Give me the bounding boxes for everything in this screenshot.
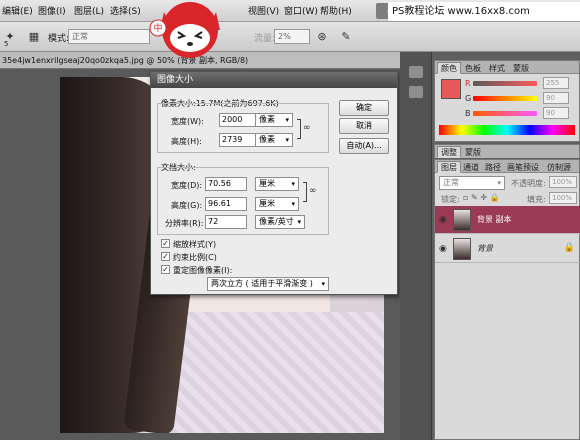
ok-button[interactable]: 确定 <box>339 100 389 116</box>
layer-opacity-label: 不透明度: <box>511 179 546 188</box>
tab-layers[interactable]: 图层 <box>437 161 461 173</box>
cancel-button[interactable]: 取消 <box>339 118 389 134</box>
layer-name: 背景 副本 <box>477 215 512 224</box>
layer-opacity-field[interactable]: 100% <box>549 176 577 188</box>
fox-mascot-icon: 中 <box>149 2 220 58</box>
g-value[interactable]: 90 <box>543 92 569 104</box>
resample-label: 重定图像像素(I): <box>173 266 233 275</box>
actions-panel-icon[interactable] <box>409 86 423 98</box>
history-panel-icon[interactable] <box>409 66 423 78</box>
auto-button[interactable]: 自动(A)... <box>339 138 389 154</box>
resolution-label: 分辨率(R): <box>165 219 204 228</box>
r-label: R <box>465 79 471 88</box>
fill-field[interactable]: 100% <box>549 192 577 204</box>
blend-mode-select[interactable]: 正常 ▾ <box>439 176 505 190</box>
brush-size: 5 <box>4 40 9 48</box>
airbrush-icon[interactable]: ⊛ <box>314 29 330 45</box>
resample-method-select[interactable]: 两次立方 ( 适用于平滑渐变 ) ▾ <box>207 277 329 291</box>
lock-label: 锁定: <box>441 195 460 204</box>
options-bar: ✦ 5 ▦ 模式: 正常 流量: 2% ⊛ ✎ <box>0 22 580 52</box>
menu-window[interactable]: 窗口(W) <box>284 4 318 17</box>
tab-channels[interactable]: 通道 <box>459 161 483 173</box>
g-label: G <box>465 94 472 103</box>
height-unit-select[interactable]: 像素 ▾ <box>255 133 293 147</box>
layer-thumbnail <box>453 209 471 231</box>
constrain-label: 约束比例(C) <box>173 253 217 262</box>
flow-field[interactable]: 2% <box>274 29 310 44</box>
mascot-badge: 中 <box>153 22 162 34</box>
color-spectrum-bar[interactable] <box>439 125 575 135</box>
b-label: B <box>465 109 471 118</box>
doc-width-unit-select[interactable]: 厘米 ▾ <box>255 177 299 191</box>
doc-chain-link-icon: ∞ <box>309 186 317 196</box>
color-panel: 颜色 色板 样式 蒙版 R 255 G 90 B 90 <box>434 60 580 142</box>
watermark-text: PS教程论坛 www.16xx8.com <box>388 2 580 21</box>
pressure-icon[interactable]: ✎ <box>338 29 354 45</box>
pixel-link-bracket <box>297 119 301 139</box>
tab-adjustments[interactable]: 调整 <box>437 146 461 158</box>
b-value[interactable]: 90 <box>543 107 569 119</box>
g-slider[interactable] <box>473 96 537 101</box>
tab-swatches[interactable]: 色板 <box>461 62 485 74</box>
panel-icon-strip <box>400 52 432 440</box>
layer-row[interactable]: ◉ 背景 副本 <box>435 206 580 234</box>
menu-layer[interactable]: 图层(L) <box>74 4 104 17</box>
constrain-checkbox[interactable]: ✓ <box>161 252 170 261</box>
eye-icon[interactable]: ◉ <box>439 244 447 254</box>
b-slider[interactable] <box>473 111 537 116</box>
doc-width-field[interactable]: 70.56 <box>205 177 247 191</box>
resolution-unit-select[interactable]: 像素/英寸 ▾ <box>255 215 305 229</box>
menu-image[interactable]: 图像(I) <box>38 4 66 17</box>
flow-label: 流量: <box>254 34 276 44</box>
eye-icon[interactable]: ◉ <box>439 215 447 225</box>
lock-icon: 🔒 <box>563 243 575 253</box>
brush-panel-icon[interactable]: ▦ <box>26 29 42 45</box>
tab-masks[interactable]: 蒙版 <box>509 62 533 74</box>
doc-height-unit-select[interactable]: 厘米 ▾ <box>255 197 299 211</box>
mode-select[interactable]: 正常 <box>68 29 150 44</box>
layer-row[interactable]: ◉ 背景 🔒 <box>435 235 580 263</box>
doc-height-field[interactable]: 96.61 <box>205 197 247 211</box>
height-label: 高度(H): <box>171 137 202 146</box>
lock-icons[interactable]: ▫ ✎ ✛ 🔒 <box>463 193 499 202</box>
resolution-field[interactable]: 72 <box>205 215 247 229</box>
foreground-color-swatch[interactable] <box>441 79 461 99</box>
menu-help[interactable]: 帮助(H) <box>320 4 352 17</box>
tab-color[interactable]: 颜色 <box>437 62 461 74</box>
width-unit-select[interactable]: 像素 ▾ <box>255 113 293 127</box>
width-label: 宽度(W): <box>171 117 204 126</box>
doc-height-label: 高度(G): <box>171 201 203 210</box>
adjustments-panel: 调整 蒙版 <box>434 144 580 158</box>
layers-panel: 图层 通道 路径 画笔预设 仿制源 正常 ▾ 不透明度: 100% 锁定: ▫ ✎… <box>434 159 580 440</box>
layer-thumbnail <box>453 238 471 260</box>
layer-name: 背景 <box>477 244 493 253</box>
mode-label: 模式: <box>48 34 70 44</box>
tab-paths[interactable]: 路径 <box>481 161 505 173</box>
layers-panel-tabs: 图层 通道 路径 画笔预设 仿制源 <box>435 160 579 173</box>
menu-edit[interactable]: 编辑(E) <box>2 4 33 17</box>
scale-styles-checkbox[interactable]: ✓ <box>161 239 170 248</box>
resample-checkbox[interactable]: ✓ <box>161 265 170 274</box>
dialog-title: 图像大小 <box>151 72 397 88</box>
image-size-dialog: 图像大小 像素大小:15.7M(之前为697.6K) 宽度(W): 2000 像… <box>150 71 398 295</box>
scale-styles-label: 缩放样式(Y) <box>173 240 217 249</box>
doc-link-bracket <box>303 182 307 202</box>
chain-link-icon: ∞ <box>303 123 311 133</box>
r-slider[interactable] <box>473 81 537 86</box>
menu-bar: 编辑(E) 图像(I) 图层(L) 选择(S) 视图(V) 窗口(W) 帮助(H… <box>0 0 580 22</box>
doc-width-label: 宽度(D): <box>171 181 203 190</box>
color-panel-tabs: 颜色 色板 样式 蒙版 <box>435 61 579 74</box>
tab-adjust-masks[interactable]: 蒙版 <box>461 146 485 158</box>
menu-select[interactable]: 选择(S) <box>110 4 141 17</box>
fill-label: 填充: <box>527 195 546 204</box>
tab-styles[interactable]: 样式 <box>485 62 509 74</box>
menu-view[interactable]: 视图(V) <box>248 4 279 17</box>
tab-clone-source[interactable]: 仿制源 <box>543 161 575 173</box>
tab-brush-presets[interactable]: 画笔预设 <box>503 161 543 173</box>
r-value[interactable]: 255 <box>543 77 569 89</box>
